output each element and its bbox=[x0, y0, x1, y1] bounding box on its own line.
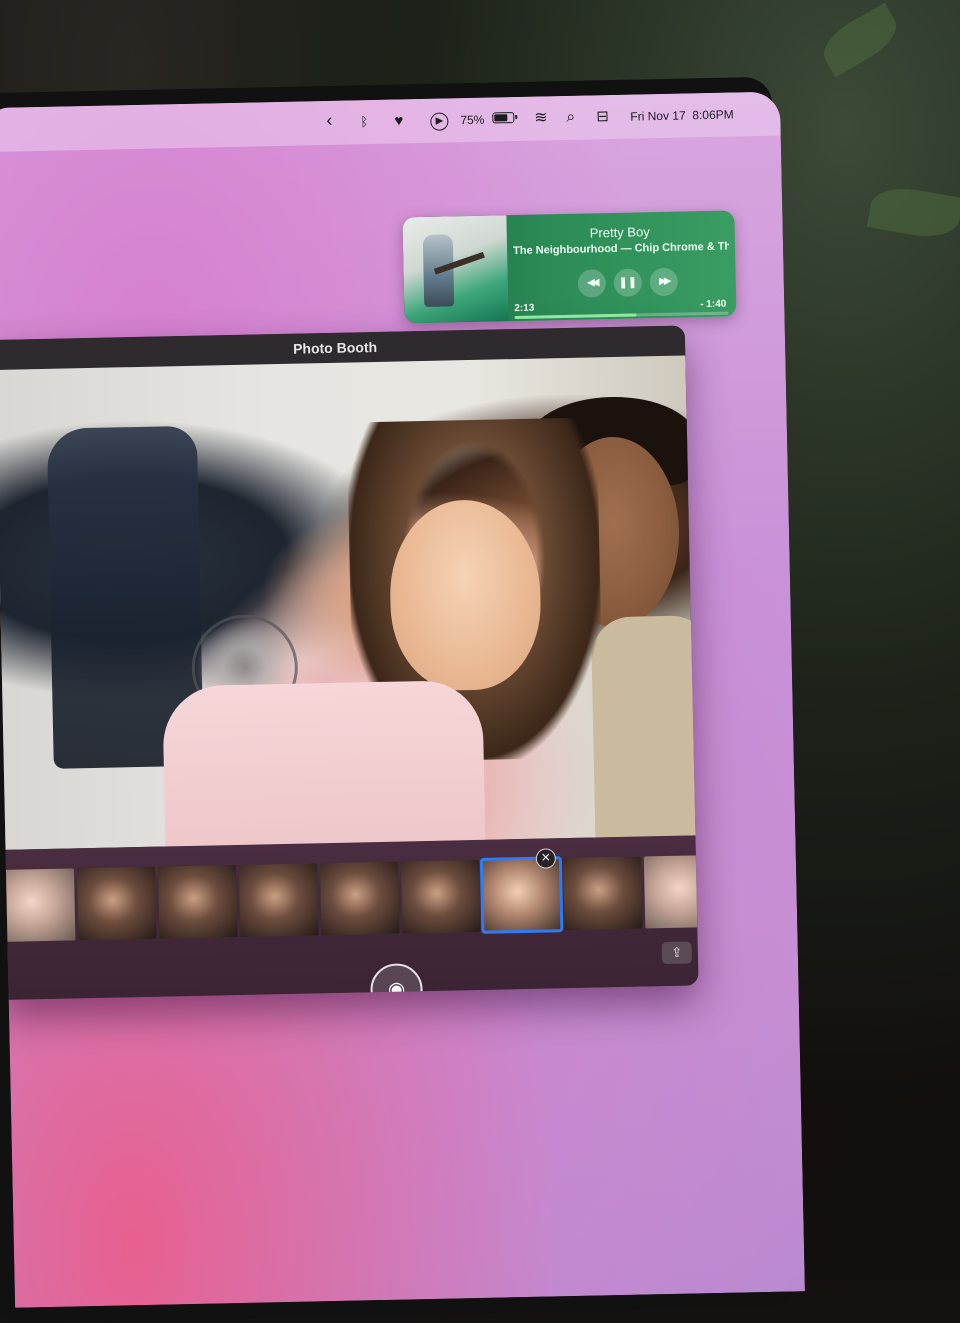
control-center-icon[interactable]: ⊟ bbox=[596, 107, 609, 127]
menubar-clock[interactable]: Fri Nov 17 8:06PM bbox=[630, 104, 734, 126]
play-circle-icon[interactable]: ▶ bbox=[430, 112, 449, 131]
album-art bbox=[402, 215, 509, 324]
elapsed-time: 2:13 bbox=[514, 302, 535, 315]
camera-preview bbox=[0, 355, 699, 857]
bluetooth-icon[interactable]: ᛒ bbox=[360, 112, 368, 132]
heart-icon[interactable]: ♥ bbox=[394, 111, 403, 131]
person-shirt bbox=[590, 615, 699, 838]
thumbnail[interactable] bbox=[157, 865, 238, 939]
share-button[interactable]: ⇪ bbox=[661, 941, 693, 965]
playback-progress-fill bbox=[514, 313, 637, 320]
thumbnail[interactable] bbox=[76, 866, 157, 941]
track-title: Pretty Boy bbox=[589, 224, 650, 241]
playback-progress-bar[interactable] bbox=[514, 311, 729, 320]
person-shirt bbox=[162, 679, 486, 857]
wifi-icon[interactable]: ≋ bbox=[534, 108, 548, 128]
pause-button[interactable]: ❚❚ bbox=[613, 268, 643, 297]
forward-button[interactable]: ▶▶ bbox=[649, 267, 679, 297]
search-icon[interactable]: ⌕ bbox=[566, 108, 575, 128]
thumbnail-selected[interactable] bbox=[479, 856, 564, 934]
thumbnail[interactable] bbox=[238, 863, 319, 937]
thumbnail[interactable] bbox=[0, 868, 76, 943]
thumbnail-list bbox=[0, 854, 699, 943]
now-playing-widget[interactable]: Pretty Boy The Neighbourhood — Chip Chro… bbox=[402, 210, 737, 324]
remaining-time: - 1:40 bbox=[700, 298, 727, 311]
chevron-left-icon[interactable]: ‹ bbox=[326, 110, 332, 130]
track-artist: The Neighbourhood — Chip Chrome & Th... bbox=[512, 240, 730, 258]
thumbnail[interactable] bbox=[400, 859, 481, 934]
thumbnail[interactable] bbox=[643, 854, 699, 929]
thumbnail[interactable] bbox=[562, 856, 643, 931]
battery-icon[interactable] bbox=[492, 112, 515, 124]
battery-percent[interactable]: 75% bbox=[460, 110, 484, 130]
photo-booth-window[interactable]: Photo Booth ✕ ⇪ ◉ bbox=[0, 325, 699, 1001]
desktop-screen: ‹ ᛒ ♥ ▶ 75% ≋ ⌕ ⊟ Fri Nov 17 8:06PM Pret… bbox=[0, 91, 805, 1308]
battery-level bbox=[494, 114, 508, 122]
rewind-button[interactable]: ◀◀ bbox=[577, 269, 607, 298]
thumbnail[interactable] bbox=[319, 861, 400, 936]
